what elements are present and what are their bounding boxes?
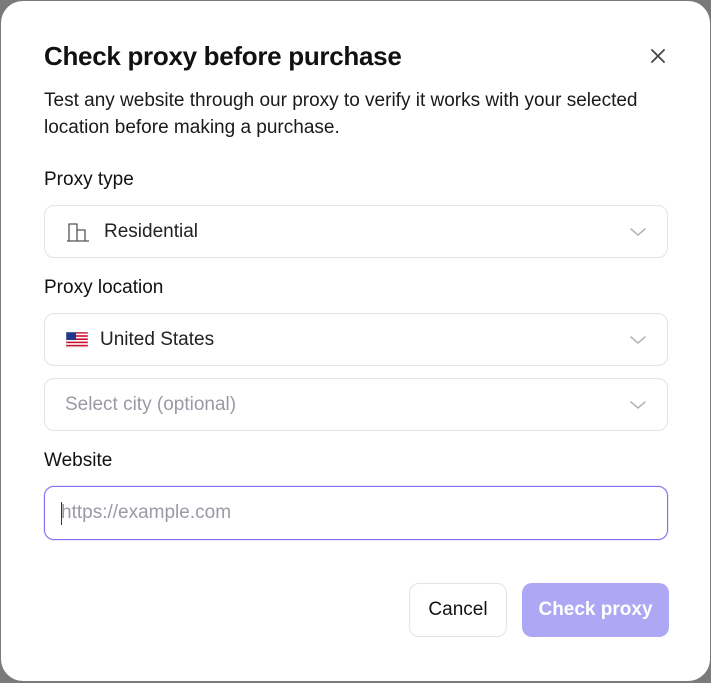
proxy-type-label: Proxy type [44,169,134,190]
cancel-button[interactable]: Cancel [409,583,507,637]
dialog-description: Test any website through our proxy to ve… [44,90,638,138]
close-icon [651,49,665,63]
dialog-title: Check proxy before purchase [44,41,402,71]
proxy-type-value: Residential [104,220,198,242]
chevron-down-icon [630,401,646,409]
text-cursor [61,502,62,525]
website-input[interactable] [45,487,667,539]
us-flag-icon [66,331,88,348]
city-placeholder: Select city (optional) [65,393,237,415]
website-label: Website [44,450,113,471]
chevron-down-icon [630,228,646,236]
proxy-location-label: Proxy location [44,277,164,298]
country-value: United States [100,328,215,350]
proxy-type-select[interactable]: Residential [44,205,668,258]
country-select[interactable]: United States [44,313,668,366]
building-icon [67,222,89,242]
website-input-wrapper [44,486,668,540]
check-proxy-dialog: Check proxy before purchase Test any web… [1,1,710,681]
city-select[interactable]: Select city (optional) [44,378,668,431]
chevron-down-icon [630,336,646,344]
check-proxy-button[interactable]: Check proxy [522,583,669,637]
close-button[interactable] [645,43,671,69]
